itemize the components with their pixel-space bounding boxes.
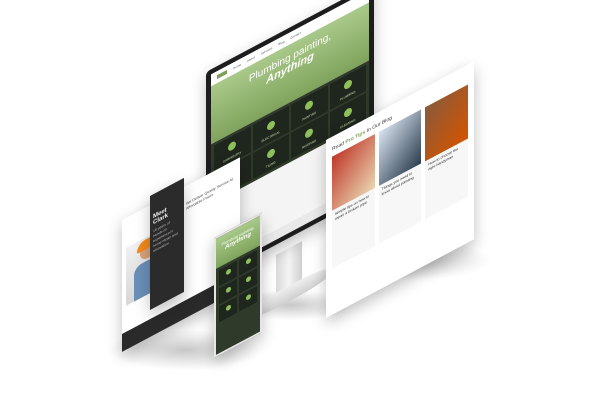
blog-card[interactable]: Things you need to know about painting: [378, 109, 422, 244]
blog-card[interactable]: How to choose the right handyman: [425, 84, 469, 220]
service-icon: [305, 126, 314, 140]
nav-item-about[interactable]: About: [247, 55, 255, 63]
service-icon: [266, 147, 275, 160]
nav-item-home[interactable]: Home: [233, 62, 241, 70]
mobile-page-panel: Plumbing painting, Anything: [214, 212, 262, 358]
service-icon: [305, 98, 314, 112]
service-icon: [228, 139, 237, 153]
service-icon: [343, 78, 352, 91]
profile-card: Meet Clark 18 years of hands-on experien…: [150, 177, 184, 310]
service-icon: [343, 106, 352, 119]
service-icon: [245, 293, 251, 302]
mockup-stage: Home About Services Blog Contact Plumbin…: [0, 0, 600, 420]
service-icon: [245, 275, 251, 284]
blog-card[interactable]: Simple tips on how to repair a broken pi…: [332, 134, 375, 269]
service-icon: [225, 286, 231, 294]
nav-item-blog[interactable]: Blog: [278, 39, 284, 46]
service-icon: [245, 257, 251, 266]
service-icon: [266, 119, 275, 132]
service-icon: [225, 304, 231, 312]
service-icon: [225, 268, 231, 276]
